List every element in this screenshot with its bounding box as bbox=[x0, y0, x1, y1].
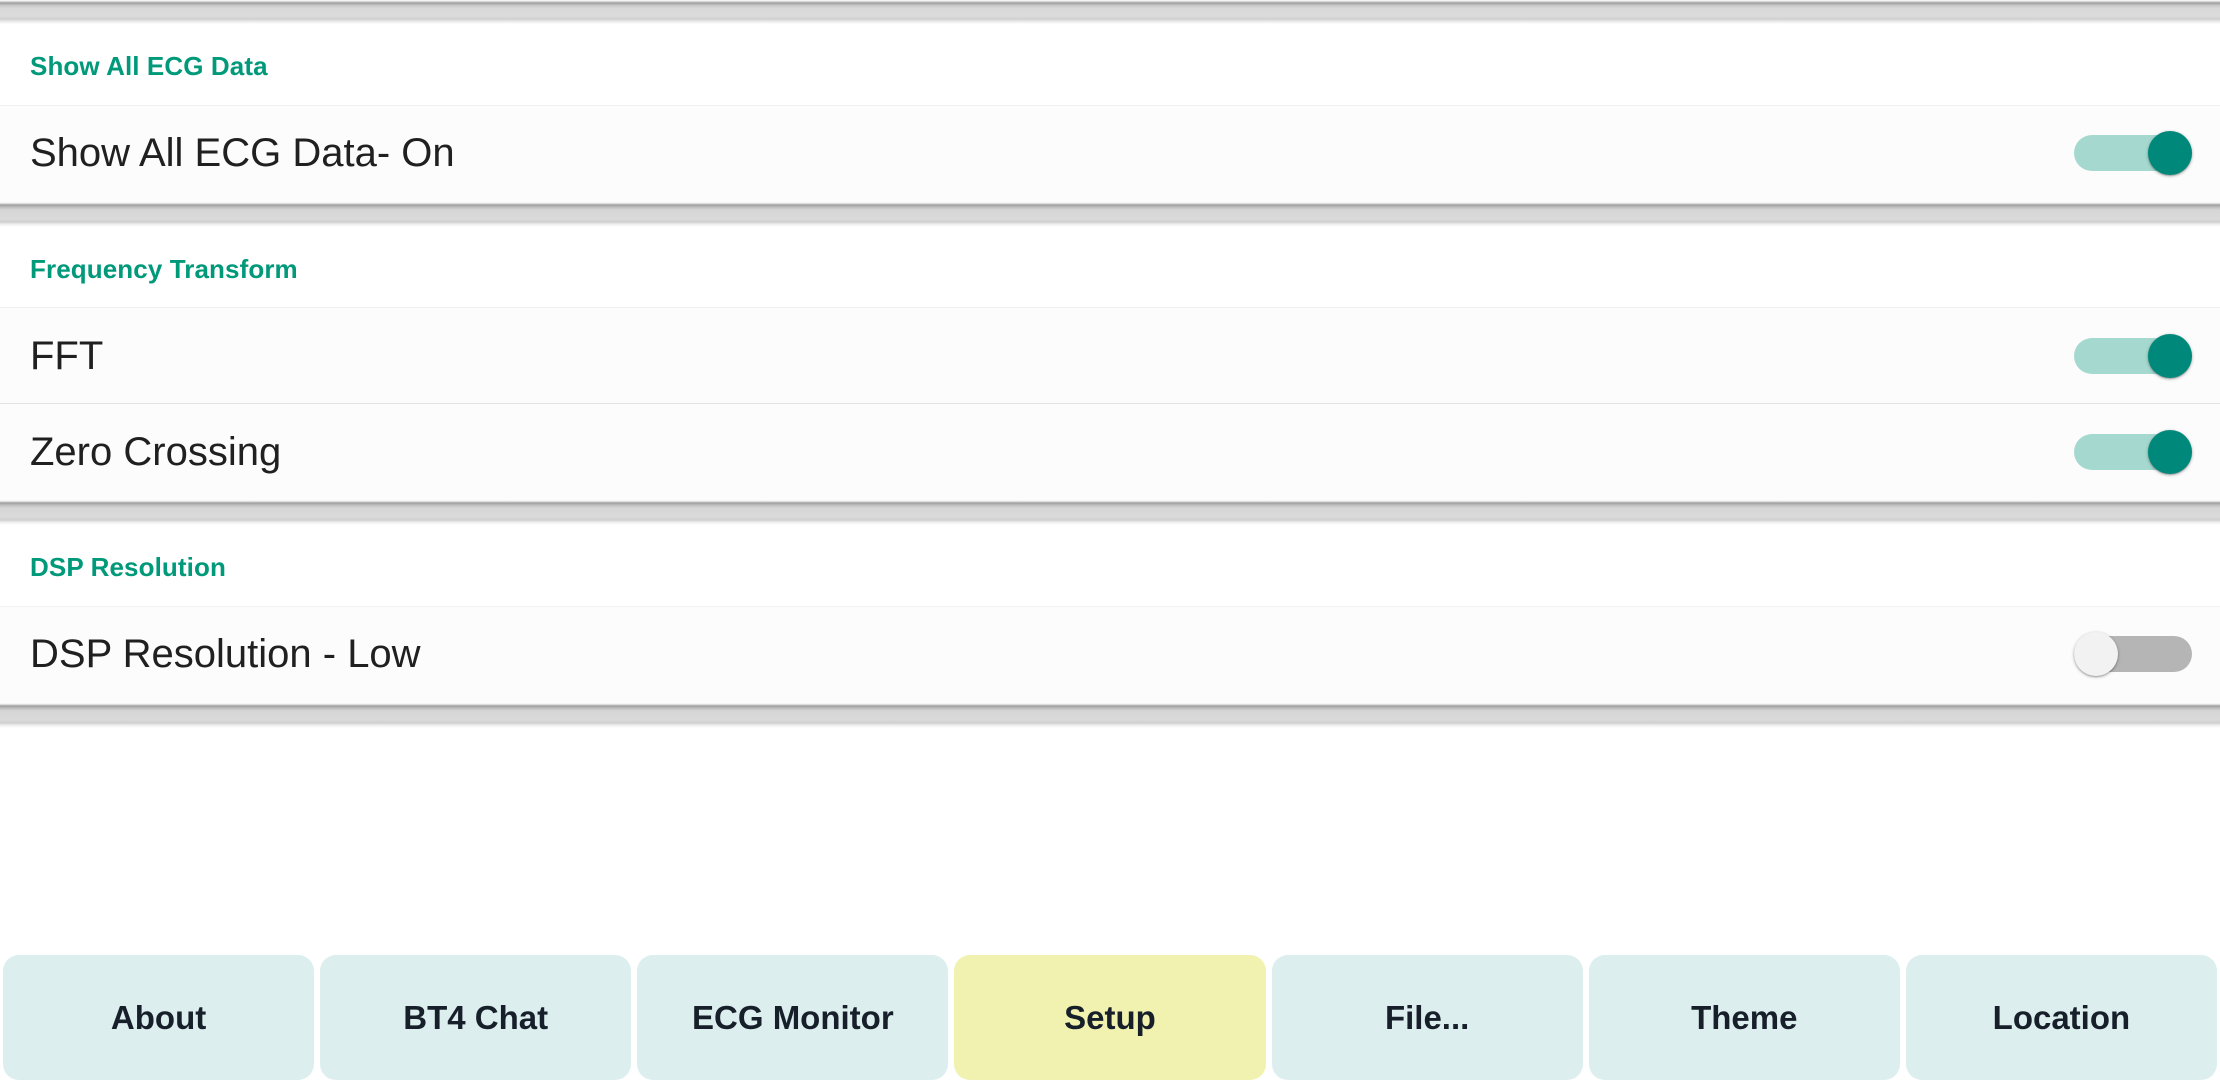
settings-section: Frequency Transform FFT Zero Crossing bbox=[0, 226, 2220, 500]
dsp-resolution-toggle[interactable] bbox=[2074, 632, 2192, 677]
tab-label: BT4 Chat bbox=[403, 998, 549, 1036]
setting-row-label: Zero Crossing bbox=[30, 429, 282, 474]
tab-file[interactable]: File... bbox=[1271, 955, 1583, 1080]
tab-label: Location bbox=[1992, 998, 2131, 1036]
show-all-ecg-data-toggle[interactable] bbox=[2074, 131, 2192, 176]
settings-screen: Show All ECG Data Show All ECG Data- On Fr… bbox=[0, 0, 2220, 1080]
toggle-thumb[interactable] bbox=[2148, 333, 2192, 378]
section-divider bbox=[0, 499, 2220, 526]
section-divider bbox=[0, 200, 2220, 227]
bottom-tab-bar: About BT4 Chat ECG Monitor Setup File... Them… bbox=[0, 955, 2220, 1080]
section-header: DSP Resolution bbox=[30, 552, 226, 583]
tab-about[interactable]: About bbox=[3, 955, 315, 1080]
tab-theme[interactable]: Theme bbox=[1588, 955, 1900, 1080]
section-header: Show All ECG Data bbox=[30, 51, 268, 81]
section-header: Frequency Transform bbox=[30, 253, 298, 284]
fft-toggle[interactable] bbox=[2074, 333, 2192, 378]
tab-setup[interactable]: Setup bbox=[954, 955, 1266, 1080]
toggle-thumb[interactable] bbox=[2148, 131, 2192, 176]
section-divider bbox=[0, 701, 2220, 728]
setting-row-label: FFT bbox=[30, 333, 104, 378]
zero-crossing-toggle[interactable] bbox=[2074, 429, 2192, 474]
setting-row[interactable]: Zero Crossing bbox=[0, 403, 2220, 500]
top-section-divider bbox=[0, 0, 2220, 24]
tab-label: Setup bbox=[1064, 998, 1156, 1036]
setting-row[interactable]: DSP Resolution - Low bbox=[0, 605, 2220, 702]
settings-section: Show All ECG Data Show All ECG Data- On bbox=[0, 24, 2220, 201]
tab-label: ECG Monitor bbox=[692, 998, 894, 1036]
tab-label: About bbox=[110, 998, 207, 1036]
toggle-thumb[interactable] bbox=[2074, 632, 2118, 677]
setting-row[interactable]: Show All ECG Data- On bbox=[0, 104, 2220, 201]
setting-row-label: Show All ECG Data- On bbox=[30, 131, 455, 176]
tab-ecg-monitor[interactable]: ECG Monitor bbox=[637, 955, 949, 1080]
tab-label: Theme bbox=[1691, 998, 1798, 1036]
tabbar-spacer bbox=[0, 727, 2220, 955]
settings-sections: Show All ECG Data Show All ECG Data- On Fr… bbox=[0, 24, 2220, 728]
settings-section: DSP Resolution DSP Resolution - Low bbox=[0, 525, 2220, 702]
toggle-thumb[interactable] bbox=[2148, 429, 2192, 474]
tab-bt4-chat[interactable]: BT4 Chat bbox=[320, 955, 632, 1080]
setting-row[interactable]: FFT bbox=[0, 307, 2220, 404]
setting-row-label: DSP Resolution - Low bbox=[30, 632, 421, 677]
tab-label: File... bbox=[1384, 998, 1470, 1036]
tab-location[interactable]: Location bbox=[1905, 955, 2217, 1080]
